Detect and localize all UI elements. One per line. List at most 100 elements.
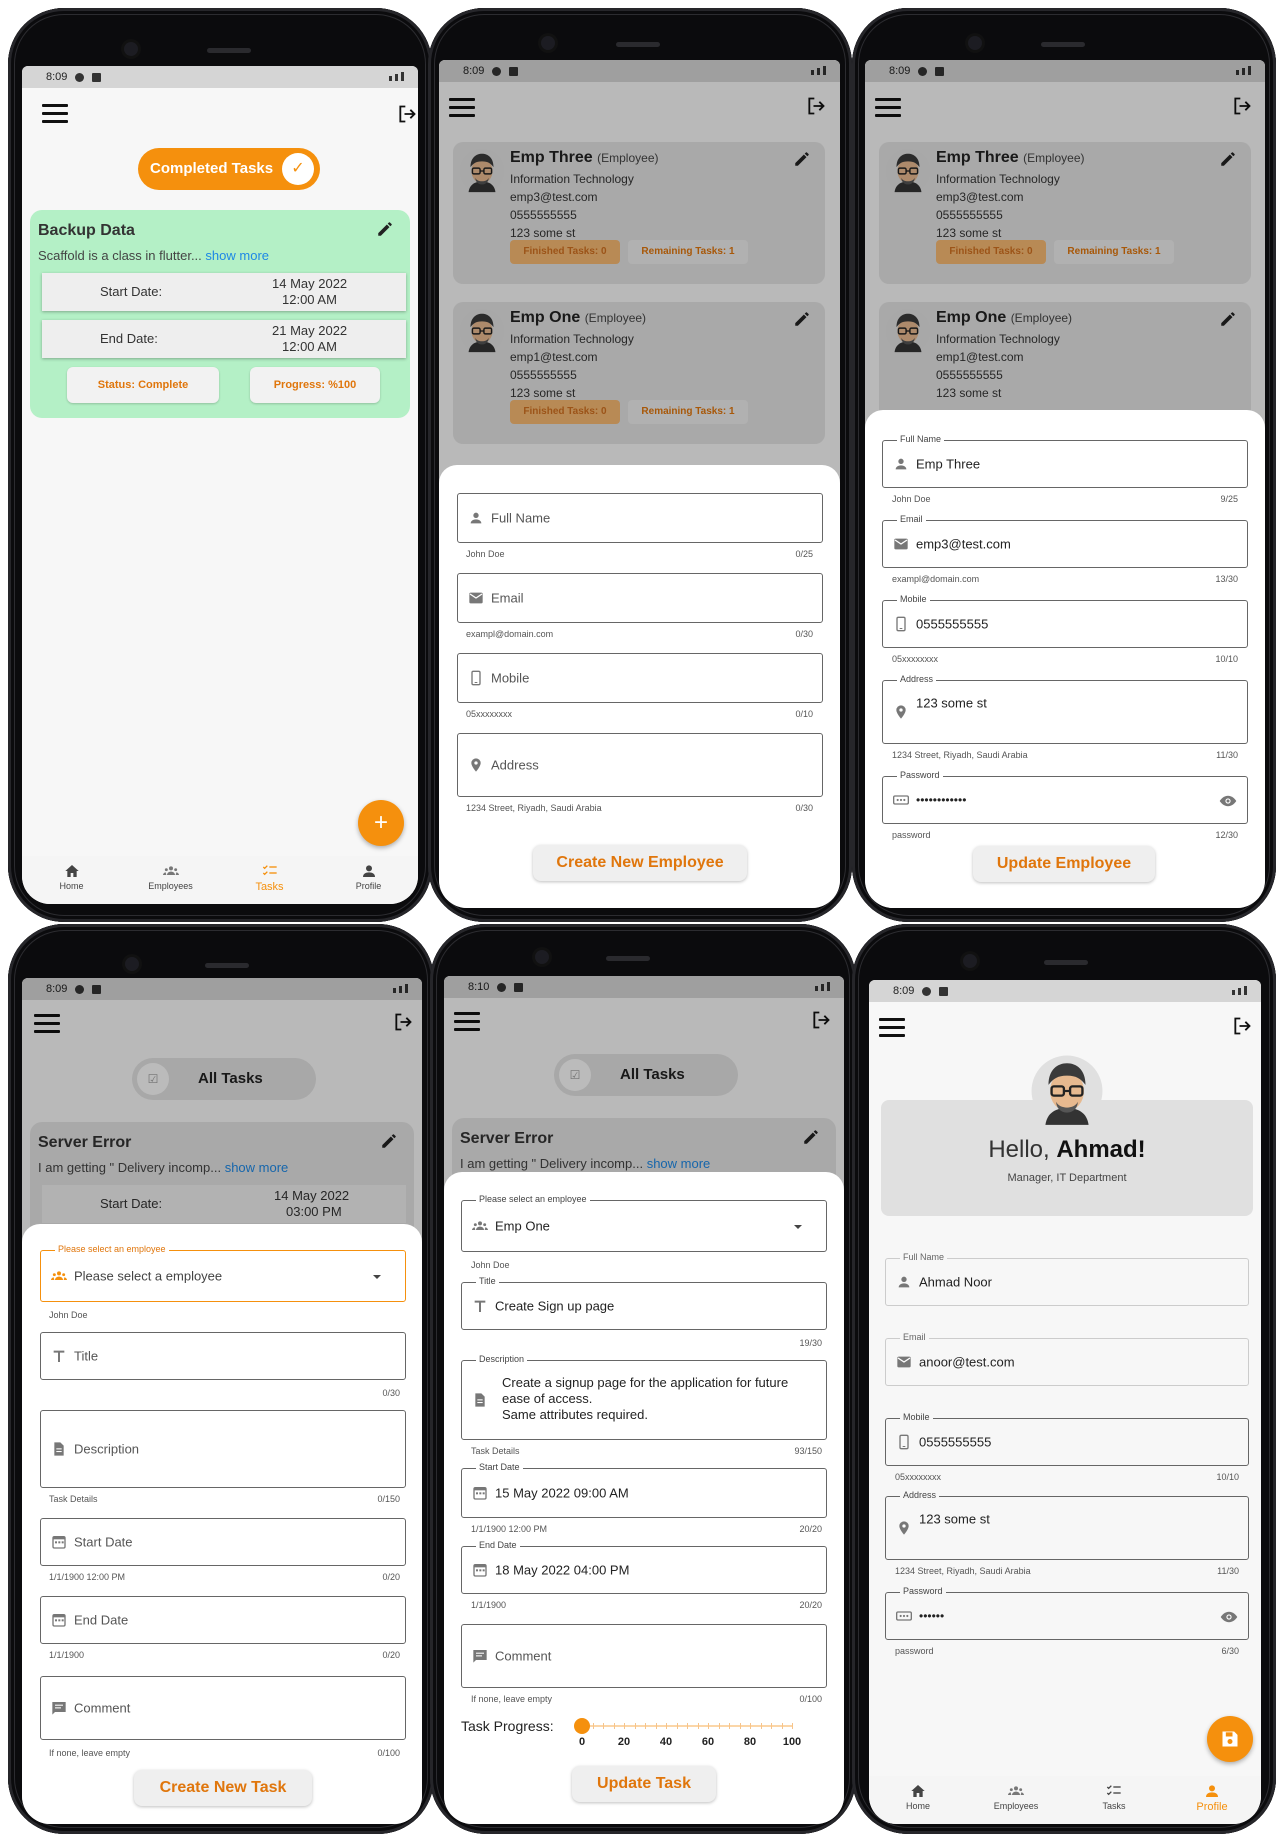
create-task-button[interactable]: Create New Task <box>134 1770 312 1806</box>
eye-icon[interactable] <box>1220 1608 1238 1626</box>
slider-tick <box>624 1723 625 1729</box>
field-label: Password <box>897 770 943 780</box>
nav-profile[interactable]: Profile <box>319 856 418 904</box>
helper-text: exampl@domain.com <box>466 629 554 639</box>
create-task-sheet: Please select an employee Please select a… <box>22 1224 422 1824</box>
slider-tick <box>697 1723 699 1729</box>
create-employee-sheet: Full Name John Doe 0/25 Email exampl@dom… <box>439 465 840 908</box>
description-input[interactable]: Description <box>40 1410 406 1488</box>
placeholder: Comment <box>495 1648 552 1664</box>
location-pin-icon <box>468 757 484 773</box>
email-input[interactable]: Email anoor@test.com <box>885 1332 1249 1386</box>
tasks-icon <box>261 863 279 879</box>
email-input[interactable]: Email <box>457 573 823 623</box>
nav-home[interactable]: Home <box>22 856 121 904</box>
greeting-text: Hello, <box>988 1136 1050 1163</box>
mobile-input[interactable]: Mobile 0555555555 <box>882 594 1248 648</box>
nav-employees[interactable]: Employees <box>121 856 220 904</box>
menu-button[interactable] <box>42 104 68 124</box>
full-name-input[interactable]: Full Name Emp Three <box>882 434 1248 488</box>
field-value: Emp Three <box>916 456 981 472</box>
add-task-button[interactable]: + <box>358 800 404 846</box>
home-icon <box>909 1783 927 1799</box>
task-card[interactable]: Backup Data Scaffold is a class in flutt… <box>30 210 410 418</box>
start-date-input[interactable]: Start Date 15 May 2022 09:00 AM <box>461 1462 827 1518</box>
helper-text: password <box>892 830 931 840</box>
description-input[interactable]: Description Create a signup page for the… <box>461 1354 827 1440</box>
char-counter: 0/20 <box>382 1572 400 1582</box>
description-line: Create a signup page for the application… <box>502 1375 789 1390</box>
helper-text: 1/1/1900 <box>49 1650 85 1660</box>
description-line: Same attributes required. <box>502 1407 648 1422</box>
greeting: Hello, Ahmad! <box>881 1136 1253 1164</box>
save-button[interactable] <box>1207 1716 1253 1762</box>
update-employee-button[interactable]: Update Employee <box>973 846 1155 882</box>
password-input[interactable]: Password •••••• <box>885 1586 1249 1640</box>
nav-employees[interactable]: Employees <box>967 1776 1065 1824</box>
logout-icon[interactable] <box>1231 1016 1253 1036</box>
phone-update-employee: 8:09 Emp Three (Employee) Information Te… <box>852 8 1276 922</box>
field-label: Address <box>900 1490 940 1500</box>
title-icon <box>472 1298 488 1314</box>
save-icon <box>1220 1729 1240 1749</box>
completed-tasks-toggle[interactable]: Completed Tasks ✓ <box>138 148 320 190</box>
profile-icon <box>1203 1783 1221 1799</box>
edit-icon[interactable] <box>376 220 394 238</box>
nav-tasks[interactable]: Tasks <box>1065 1776 1163 1824</box>
address-input[interactable]: Address 123 some st <box>885 1490 1249 1560</box>
show-more-link[interactable]: show more <box>205 248 269 263</box>
create-employee-button[interactable]: Create New Employee <box>533 845 747 881</box>
mobile-input[interactable]: Mobile 0555555555 <box>885 1412 1249 1466</box>
description-icon <box>51 1441 67 1457</box>
slider-tick-label: 40 <box>659 1736 673 1748</box>
employee-select[interactable]: Please select an employee Please select a… <box>40 1244 406 1302</box>
update-task-button[interactable]: Update Task <box>572 1766 716 1802</box>
progress-slider[interactable]: 0 20 40 60 80 100 <box>574 1714 801 1754</box>
full-name-input[interactable]: Full Name <box>457 493 823 543</box>
address-input[interactable]: Address 123 some st <box>882 674 1248 744</box>
email-input[interactable]: Email emp3@test.com <box>882 514 1248 568</box>
address-input[interactable]: Address <box>457 733 823 797</box>
slider-tick-label: 60 <box>701 1736 715 1748</box>
placeholder: Start Date <box>74 1534 133 1550</box>
eye-icon[interactable] <box>1219 792 1237 810</box>
password-icon <box>896 1608 912 1624</box>
comment-input[interactable]: Comment <box>40 1676 406 1740</box>
status-badge: Status: Complete <box>67 367 219 403</box>
title-input[interactable]: Title Create Sign up page <box>461 1276 827 1330</box>
placeholder: Mobile <box>491 670 530 686</box>
char-counter: 0/30 <box>795 629 813 639</box>
phone-icon <box>896 1434 912 1450</box>
menu-button[interactable] <box>879 1018 905 1038</box>
helper-text: password <box>895 1646 934 1656</box>
slider-thumb[interactable] <box>574 1718 590 1734</box>
end-date-input[interactable]: End Date 18 May 2022 04:00 PM <box>461 1540 827 1594</box>
field-label: Full Name <box>900 1252 948 1262</box>
end-date-input[interactable]: End Date <box>40 1596 406 1644</box>
char-counter: 0/100 <box>799 1694 822 1704</box>
nav-profile[interactable]: Profile <box>1163 1776 1261 1824</box>
nav-home[interactable]: Home <box>869 1776 967 1824</box>
title-input[interactable]: Title <box>40 1332 406 1380</box>
helper-text: John Doe <box>466 549 505 559</box>
helper-text: 1/1/1900 <box>471 1600 507 1610</box>
char-counter: 93/150 <box>794 1446 822 1456</box>
field-value: 0555555555 <box>916 616 989 632</box>
mobile-input[interactable]: Mobile <box>457 653 823 703</box>
char-counter: 10/10 <box>1216 1472 1239 1482</box>
full-name-input[interactable]: Full Name Ahmad Noor <box>885 1252 1249 1306</box>
helper-text: Task Details <box>471 1446 520 1456</box>
start-date-input[interactable]: Start Date <box>40 1518 406 1566</box>
nav-label: Home <box>59 881 84 891</box>
comment-input[interactable]: Comment <box>461 1624 827 1688</box>
employee-select[interactable]: Please select an employee Emp One <box>461 1194 827 1252</box>
nav-tasks[interactable]: Tasks <box>220 856 319 904</box>
password-input[interactable]: Password •••••••••••• <box>882 770 1248 824</box>
nav-label: Profile <box>355 881 382 891</box>
phone-profile: 8:09 Hello, Ahmad! Manager, IT Departmen… <box>852 924 1276 1834</box>
char-counter: 0/30 <box>795 803 813 813</box>
char-counter: 0/10 <box>795 709 813 719</box>
logout-icon[interactable] <box>396 104 418 124</box>
helper-text: Task Details <box>49 1494 98 1504</box>
slider-tick <box>603 1723 604 1729</box>
